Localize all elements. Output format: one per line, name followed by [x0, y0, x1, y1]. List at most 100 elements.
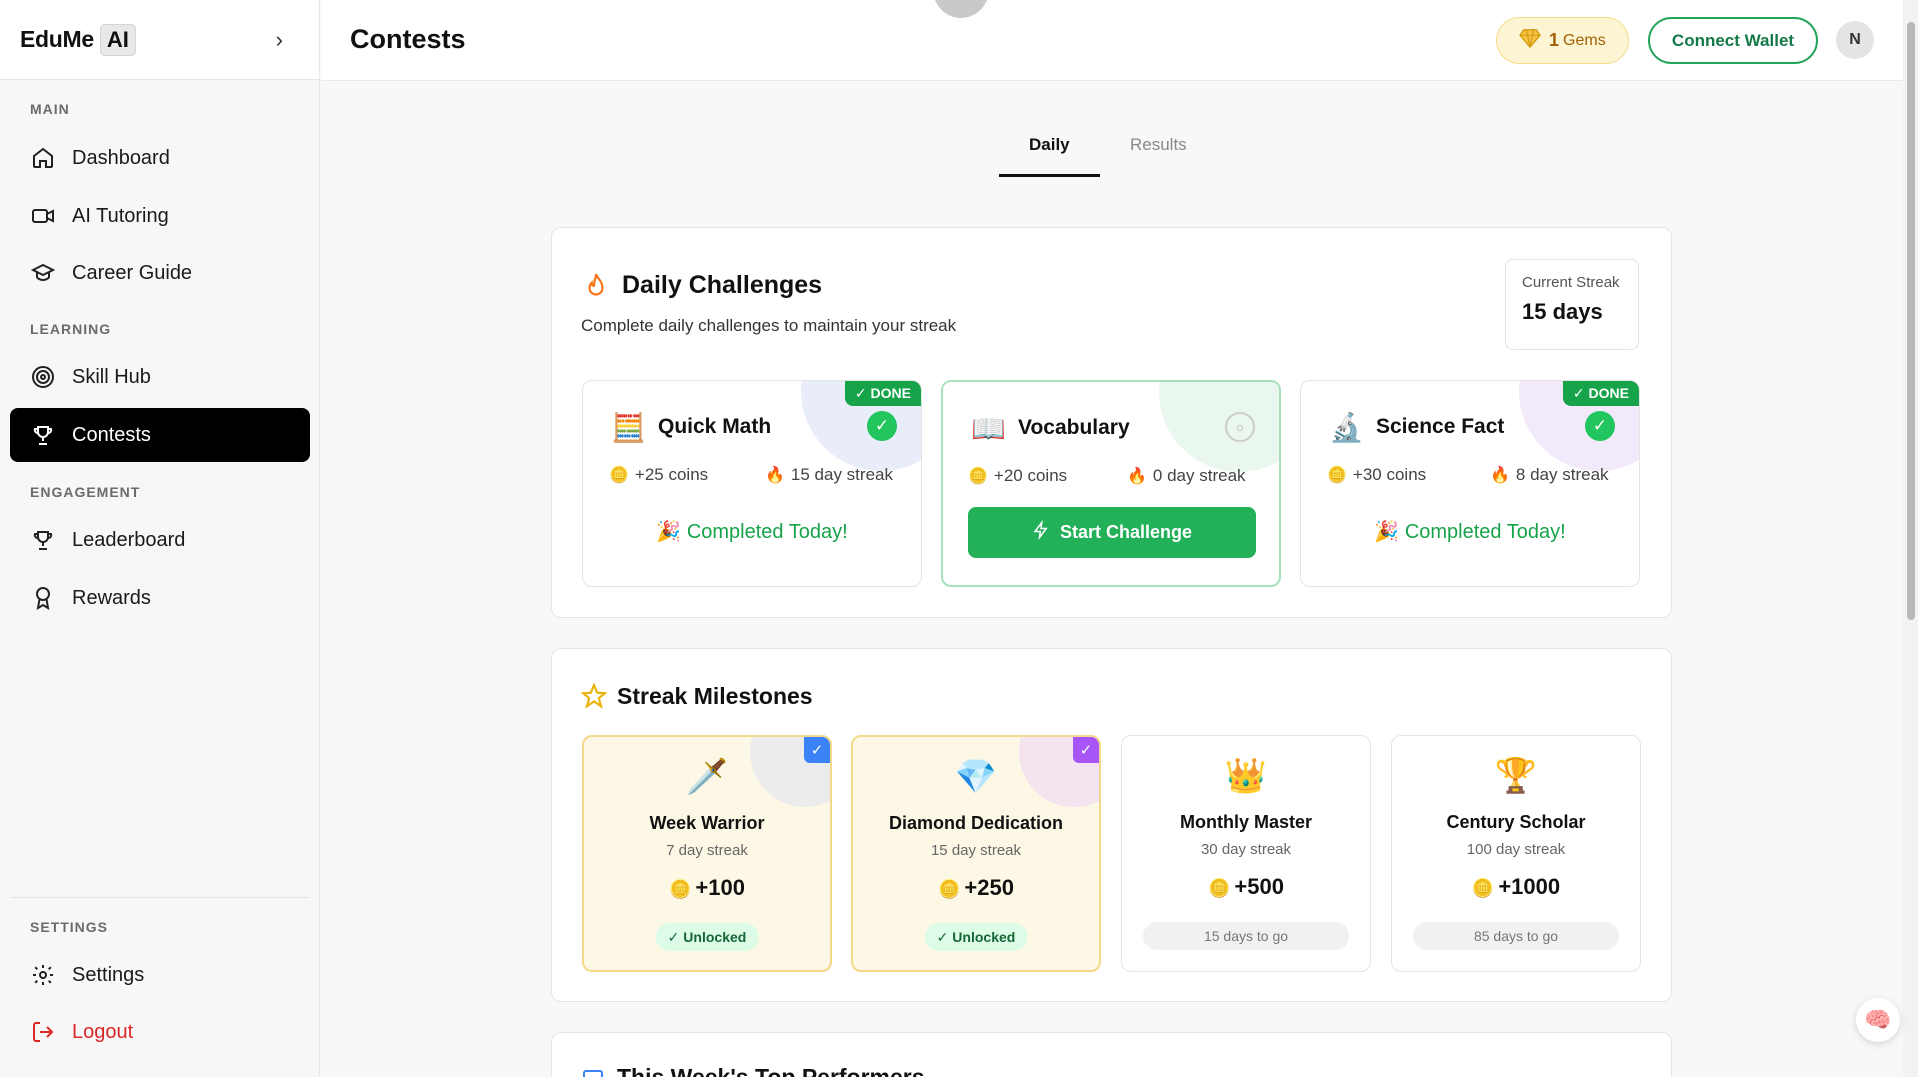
milestone-days: 100 day streak	[1466, 841, 1566, 858]
challenge-card-vocabulary[interactable]: ○ 📖 Vocabulary 🪙 +20 coins 🔥 0 day streak …	[941, 380, 1281, 587]
streak-text: 0 day streak	[1152, 466, 1246, 485]
coins-text: +30 coins	[1352, 465, 1427, 484]
milestone-card-diamond-dedication[interactable]: ✓ 💎 Diamond Dedication 15 day streak 🪙 +2…	[851, 735, 1101, 972]
milestone-status-badge: 15 days to go	[1143, 922, 1349, 950]
coins-icon: 🪙	[1471, 878, 1495, 898]
reward-value: +250	[964, 875, 1014, 900]
sidebar-collapse-chevron-icon[interactable]: ›	[276, 27, 283, 53]
sidebar-item-label: Skill Hub	[72, 365, 151, 388]
avatar[interactable]: N	[1836, 21, 1874, 59]
sidebar: EduMe AI › MAIN Dashboard AI Tutoring Ca…	[0, 0, 320, 1077]
check-icon: ✓	[667, 928, 684, 945]
coins-icon: 🪙	[938, 879, 961, 899]
challenge-streak: 🔥 15 day streak	[765, 465, 893, 485]
reward-value: +500	[1234, 874, 1284, 899]
challenge-card-quick-math[interactable]: ✓ DONE ✓ 🧮 Quick Math 🪙 +25 coins 🔥 15 day…	[582, 380, 922, 587]
sidebar-item-label: Contests	[72, 423, 151, 446]
milestone-reward: 🪙 +500	[1122, 874, 1370, 900]
sidebar-item-settings[interactable]: Settings	[10, 948, 310, 1002]
trophy-icon	[30, 422, 56, 448]
done-badge: ✓ DONE	[844, 381, 921, 406]
tab-results[interactable]: Results	[1130, 135, 1187, 155]
tab-active-indicator	[999, 174, 1100, 177]
brand-name: EduMe	[20, 26, 94, 52]
done-badge: ✓ DONE	[1562, 381, 1639, 406]
check-circle-icon: ✓	[1585, 411, 1615, 441]
daily-challenges-subtitle: Complete daily challenges to maintain yo…	[581, 316, 957, 335]
trophy-icon	[30, 527, 56, 553]
sidebar-item-leaderboard[interactable]: Leaderboard	[10, 513, 310, 567]
milestone-name: Monthly Master	[1179, 812, 1312, 832]
crown-icon: 👑	[1224, 757, 1268, 795]
coins-icon: 🪙	[1327, 467, 1347, 484]
section-label-engagement: ENGAGEMENT	[30, 484, 141, 500]
challenge-card-science-fact[interactable]: ✓ DONE ✓ 🔬 Science Fact 🪙 +30 coins 🔥 8 da…	[1300, 380, 1640, 587]
milestone-card-monthly-master[interactable]: 👑 Monthly Master 30 day streak 🪙 +500 15 …	[1121, 735, 1371, 972]
sidebar-item-contests[interactable]: Contests	[10, 408, 310, 462]
challenge-coins: 🪙 +30 coins	[1327, 465, 1426, 485]
streak-text: 8 day streak	[1515, 465, 1609, 484]
page-title: Contests	[350, 24, 466, 54]
challenge-title: Quick Math	[658, 415, 772, 438]
milestone-status-badge: ✓ Unlocked	[655, 923, 759, 951]
milestone-name: Week Warrior	[649, 813, 765, 833]
section-label-main: MAIN	[30, 101, 70, 117]
sidebar-item-label: Logout	[72, 1020, 134, 1043]
status-text: Unlocked	[683, 929, 747, 945]
coins-icon: 🪙	[1208, 878, 1231, 898]
milestone-days: 30 day streak	[1200, 841, 1292, 858]
dagger-icon: 🗡️	[685, 758, 729, 796]
coins-icon: 🪙	[669, 879, 692, 899]
completed-text: Completed Today!	[686, 521, 848, 543]
start-challenge-button[interactable]: Start Challenge	[968, 507, 1256, 558]
microscope-icon: 🔬	[1329, 412, 1364, 443]
milestone-reward: 🪙 +100	[584, 875, 830, 901]
top-header: Contests 1 Gems Connect Wallet N	[321, 0, 1918, 81]
gems-badge[interactable]: 1 Gems	[1496, 17, 1629, 64]
sidebar-item-logout[interactable]: Logout	[10, 1005, 310, 1059]
flame-icon: 🔥	[1490, 467, 1510, 484]
ai-assistant-brain-icon[interactable]: 🧠	[1856, 998, 1900, 1042]
coins-text: +25 coins	[634, 465, 709, 484]
flame-icon: 🔥	[765, 467, 785, 484]
gem-icon	[1519, 28, 1541, 53]
logout-icon	[30, 1019, 56, 1045]
daily-challenges-title: Daily Challenges	[622, 271, 823, 299]
check-icon: ✓	[936, 928, 953, 945]
milestone-card-week-warrior[interactable]: ✓ 🗡️ Week Warrior 7 day streak 🪙 +100 ✓ U…	[582, 735, 832, 972]
milestone-name: Century Scholar	[1446, 812, 1586, 832]
sidebar-divider	[10, 897, 310, 898]
challenge-coins: 🪙 +20 coins	[968, 466, 1067, 486]
tab-daily[interactable]: Daily	[1029, 135, 1070, 155]
sidebar-item-skill-hub[interactable]: Skill Hub	[10, 350, 310, 404]
flame-icon	[583, 272, 609, 307]
section-label-learning: LEARNING	[30, 321, 112, 337]
video-icon	[30, 203, 56, 229]
sidebar-item-career-guide[interactable]: Career Guide	[10, 246, 310, 300]
streak-text: 15 day streak	[790, 465, 893, 484]
completed-today: 🎉 Completed Today!	[1301, 519, 1639, 544]
brand-ai-badge: AI	[99, 23, 136, 56]
diamond-icon: 💎	[954, 758, 998, 796]
graduation-cap-icon	[30, 260, 56, 286]
sidebar-item-ai-tutoring[interactable]: AI Tutoring	[10, 189, 310, 243]
sidebar-item-rewards[interactable]: Rewards	[10, 571, 310, 625]
reward-value: +1000	[1498, 874, 1561, 899]
streak-milestones-title: Streak Milestones	[617, 683, 813, 709]
coins-icon: 🪙	[609, 467, 629, 484]
sidebar-item-label: Dashboard	[72, 146, 170, 169]
top-performers-title: This Week's Top Performers	[617, 1064, 925, 1077]
home-icon	[30, 145, 56, 171]
sidebar-item-label: AI Tutoring	[72, 204, 169, 227]
sidebar-item-dashboard[interactable]: Dashboard	[10, 131, 310, 185]
coins-text: +20 coins	[993, 466, 1068, 485]
milestone-reward: 🪙 +1000	[1392, 874, 1640, 900]
challenge-title: Vocabulary	[1018, 416, 1130, 439]
scrollbar-thumb[interactable]	[1907, 22, 1915, 620]
milestone-days: 7 day streak	[666, 842, 748, 859]
reward-value: +100	[695, 875, 745, 900]
milestone-card-century-scholar[interactable]: 🏆 Century Scholar 100 day streak 🪙 +1000 …	[1391, 735, 1641, 972]
book-icon: 📖	[971, 413, 1006, 444]
challenge-title: Science Fact	[1376, 415, 1505, 438]
connect-wallet-button[interactable]: Connect Wallet	[1648, 17, 1818, 64]
